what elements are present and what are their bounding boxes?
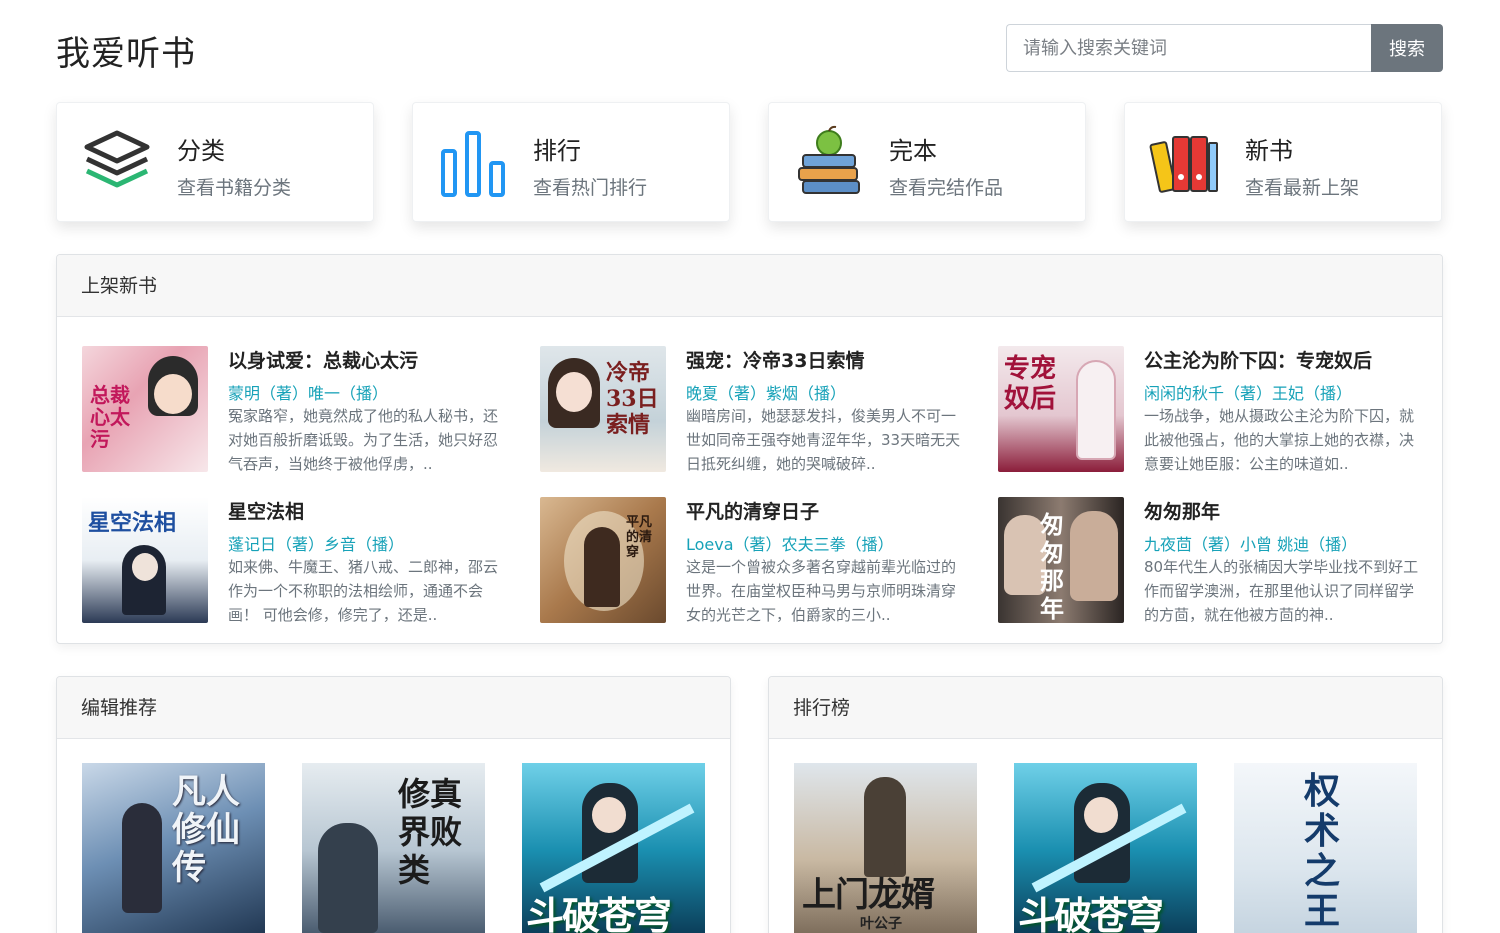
book-cover[interactable]: 冷帝33日索情: [540, 346, 666, 472]
search-input[interactable]: [1006, 24, 1371, 72]
book-description: 如来佛、牛魔王、猪八戒、二郎神，邵云作为一个不称职的法相绘师，通通不会画！ 可他…: [228, 558, 499, 624]
book-title[interactable]: 强宠：冷帝33日索情: [686, 346, 864, 373]
narrator-tag: （播）: [798, 384, 847, 403]
book-item[interactable]: 星空法相 星空法相 蓬记日（著）乡音（播） 如来佛、牛魔王、猪八戒、二郎神，邵云…: [82, 497, 512, 624]
cover-title: 星空法相: [88, 510, 177, 536]
author-tag: （著）: [1224, 384, 1273, 403]
cover-title: 平凡的清穿: [626, 515, 653, 560]
search-bar: 搜索: [1006, 24, 1443, 72]
author-tag: （著）: [260, 384, 309, 403]
poster-title: 修真界败类: [398, 775, 463, 889]
panel-header: 编辑推荐: [57, 677, 730, 739]
book-meta: 晚夏（著）紫烟（播）: [686, 380, 846, 404]
nav-card-subtitle: 查看热门排行: [533, 177, 648, 199]
narrator-tag: （播）: [340, 384, 389, 403]
book-author[interactable]: 蒙明: [228, 384, 260, 403]
nav-card-title: 排行: [533, 137, 581, 165]
book-narrator[interactable]: 乡音: [324, 535, 356, 554]
narrator-tag: （播）: [845, 535, 894, 554]
author-tag: （著）: [276, 535, 325, 554]
poster-title: 斗破苍穹: [1018, 893, 1164, 933]
poster-author: 叶公子: [860, 916, 902, 932]
book-title[interactable]: 匆匆那年: [1144, 497, 1220, 524]
book-author[interactable]: Loeva: [686, 535, 734, 554]
book-item[interactable]: 专宠奴后 公主沦为阶下囚：专宠奴后 闲闲的秋千（著）王妃（播） 一场战争，她从摄…: [998, 346, 1428, 473]
author-tag: （著）: [733, 535, 782, 554]
book-title[interactable]: 星空法相: [228, 497, 304, 524]
book-poster[interactable]: 修真界败类: [302, 763, 485, 933]
poster-title: 凡人修仙传: [172, 772, 240, 888]
nav-card-title: 完本: [889, 137, 937, 165]
book-cover[interactable]: 星空法相: [82, 497, 208, 623]
book-title[interactable]: 以身试爱：总裁心太污: [228, 346, 418, 373]
ranking-panel: 排行榜 上门龙婿 叶公子 斗破苍穹 权术之王: [768, 676, 1443, 933]
layers-icon: [84, 130, 150, 188]
book-narrator[interactable]: 王妃: [1272, 384, 1304, 403]
book-author[interactable]: 晚夏: [686, 384, 718, 403]
book-item[interactable]: 匆匆那年 匆匆那年 九夜茴（著）小曾 姚迪（播） 80年代生人的张楠因大学毕业找…: [998, 497, 1428, 624]
narrator-tag: （播）: [1304, 384, 1353, 403]
book-title[interactable]: 平凡的清穿日子: [686, 497, 819, 524]
book-meta: Loeva（著）农夫三拳（播）: [686, 531, 894, 555]
nav-card-subtitle: 查看书籍分类: [177, 177, 292, 199]
nav-card-title: 新书: [1245, 137, 1293, 165]
book-author[interactable]: 九夜茴: [1144, 535, 1192, 554]
book-narrator[interactable]: 农夫三拳: [782, 535, 846, 554]
binders-icon: [1149, 136, 1218, 193]
poster-title: 斗破苍穹: [526, 893, 672, 933]
author-tag: （著）: [718, 384, 767, 403]
book-meta: 蓬记日（著）乡音（播）: [228, 531, 404, 555]
new-books-panel: 上架新书 总裁心太污 以身试爱：总裁心太污 蒙明（著）唯一（播） 冤家路窄，她竟…: [56, 254, 1443, 644]
nav-card-ranking[interactable]: 排行 查看热门排行: [412, 102, 730, 222]
nav-card-new[interactable]: 新书 查看最新上架: [1124, 102, 1442, 222]
book-description: 幽暗房间，她瑟瑟发抖，俊美男人不可一世如同帝王强夺她青涩年华，33天暗无天日抵死…: [686, 407, 961, 473]
book-poster[interactable]: 权术之王: [1234, 763, 1417, 933]
book-description: 这是一个曾被众多著名穿越前辈光临过的世界。在庙堂权臣种马男与京师明珠清穿女的光芒…: [686, 558, 957, 624]
book-poster[interactable]: 上门龙婿 叶公子: [794, 763, 977, 933]
book-cover[interactable]: 匆匆那年: [998, 497, 1124, 623]
book-poster[interactable]: 斗破苍穹: [522, 763, 705, 933]
cover-title: 冷帝33日索情: [606, 360, 659, 438]
search-button[interactable]: 搜索: [1371, 24, 1443, 72]
book-description: 80年代生人的张楠因大学毕业找不到好工作而留学澳洲，在那里他认识了同样留学的方茴…: [1144, 558, 1419, 624]
book-item[interactable]: 冷帝33日索情 强宠：冷帝33日索情 晚夏（著）紫烟（播） 幽暗房间，她瑟瑟发抖…: [540, 346, 970, 473]
bar-chart-icon: [441, 131, 505, 197]
book-poster[interactable]: 斗破苍穹: [1014, 763, 1197, 933]
cover-title: 总裁心太污: [90, 383, 130, 451]
book-description: 一场战争，她从摄政公主沦为阶下囚，就此被他强占，他的大掌掠上她的衣襟，决意要让她…: [1144, 407, 1415, 473]
nav-card-title: 分类: [177, 137, 225, 165]
book-cover[interactable]: 专宠奴后: [998, 346, 1124, 472]
book-title[interactable]: 公主沦为阶下囚：专宠奴后: [1144, 346, 1372, 373]
narrator-tag: （播）: [1309, 535, 1358, 554]
book-meta: 闲闲的秋千（著）王妃（播）: [1144, 380, 1352, 404]
books-apple-icon: [798, 125, 860, 194]
panel-header: 上架新书: [57, 255, 1442, 317]
book-cover[interactable]: 平凡的清穿: [540, 497, 666, 623]
cover-title: 匆匆那年: [1040, 510, 1064, 623]
book-narrator[interactable]: 唯一: [308, 384, 340, 403]
book-narrator[interactable]: 紫烟: [766, 384, 798, 403]
poster-title: 上门龙婿: [802, 875, 935, 915]
book-item[interactable]: 平凡的清穿 平凡的清穿日子 Loeva（著）农夫三拳（播） 这是一个曾被众多著名…: [540, 497, 970, 624]
narrator-tag: （播）: [356, 535, 405, 554]
panel-header: 排行榜: [769, 677, 1442, 739]
cover-title: 专宠奴后: [1004, 354, 1057, 414]
book-description: 冤家路窄，她竟然成了他的私人秘书，还对她百般折磨诋毁。为了生活，她只好忍气吞声，…: [228, 407, 499, 473]
nav-card-subtitle: 查看最新上架: [1245, 177, 1360, 199]
book-item[interactable]: 总裁心太污 以身试爱：总裁心太污 蒙明（著）唯一（播） 冤家路窄，她竟然成了他的…: [82, 346, 512, 473]
book-author[interactable]: 闲闲的秋千: [1144, 384, 1224, 403]
book-cover[interactable]: 总裁心太污: [82, 346, 208, 472]
book-poster[interactable]: 凡人修仙传: [82, 763, 265, 933]
book-narrator[interactable]: 小曾 姚迪: [1240, 535, 1309, 554]
book-meta: 蒙明（著）唯一（播）: [228, 380, 388, 404]
editor-picks-panel: 编辑推荐 凡人修仙传 修真界败类 斗破苍穹: [56, 676, 731, 933]
book-author[interactable]: 蓬记日: [228, 535, 276, 554]
poster-title: 权术之王: [1304, 770, 1341, 932]
nav-card-category[interactable]: 分类 查看书籍分类: [56, 102, 374, 222]
nav-card-subtitle: 查看完结作品: [889, 177, 1004, 199]
nav-card-completed[interactable]: 完本 查看完结作品: [768, 102, 1086, 222]
book-meta: 九夜茴（著）小曾 姚迪（播）: [1144, 531, 1357, 555]
author-tag: （著）: [1192, 535, 1241, 554]
site-title[interactable]: 我爱听书: [56, 26, 196, 75]
